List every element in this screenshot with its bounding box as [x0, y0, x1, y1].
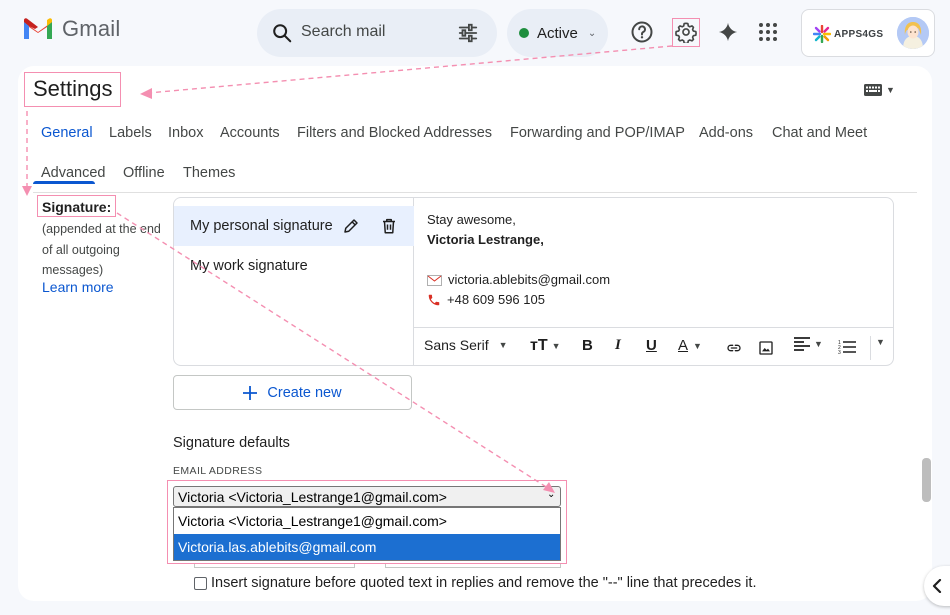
tab-labels[interactable]: Labels [109, 125, 152, 141]
sparkle-icon[interactable] [715, 19, 741, 45]
learn-more-link[interactable]: Learn more [42, 279, 114, 295]
tab-chat-meet[interactable]: Chat and Meet [772, 125, 867, 141]
text-color-button[interactable]: A ▼ [678, 337, 702, 354]
tab-advanced[interactable]: Advanced [41, 165, 106, 181]
active-tab-indicator [33, 181, 95, 184]
apps-grid-icon[interactable] [755, 19, 781, 45]
signature-item-personal[interactable]: My personal signature [174, 206, 414, 246]
numbered-list-icon[interactable]: 123 [838, 340, 856, 355]
signature-email: victoria.ablebits@gmail.com [448, 272, 611, 287]
tab-addons[interactable]: Add-ons [699, 125, 753, 141]
chevron-down-icon[interactable]: ⌄ [547, 489, 555, 500]
signature-phone: +48 609 596 105 [447, 292, 545, 307]
signature-note: (appended at the end of all outgoing mes… [42, 222, 161, 277]
tab-forwarding[interactable]: Forwarding and POP/IMAP [510, 125, 685, 141]
tab-accounts[interactable]: Accounts [220, 125, 280, 141]
chevron-down-icon: ⌄ [587, 27, 597, 39]
gmail-m-icon [24, 18, 52, 39]
caret-down-icon: ▼ [498, 340, 508, 350]
help-icon[interactable] [629, 19, 655, 45]
search-bar[interactable]: Search mail [257, 9, 497, 57]
signature-item-label: My personal signature [190, 218, 333, 234]
chevron-left-icon [932, 579, 942, 593]
search-input[interactable]: Search mail [301, 23, 385, 41]
pencil-icon[interactable] [342, 217, 360, 235]
gmail-wordmark: Gmail [62, 16, 121, 41]
signature-defaults-title: Signature defaults [173, 435, 290, 451]
page-title: Settings [33, 76, 113, 101]
gmail-logo[interactable]: Gmail [22, 16, 120, 42]
scrollbar-thumb[interactable] [922, 458, 931, 502]
italic-icon[interactable]: I [615, 337, 621, 354]
create-new-button[interactable]: Create new [173, 375, 412, 410]
signature-line-greeting: Stay awesome, [427, 212, 516, 227]
apps4gs-logo-icon [813, 25, 831, 43]
align-button[interactable]: ▼ [794, 337, 823, 351]
avatar[interactable] [897, 17, 929, 49]
caret-down-icon: ▼ [814, 339, 823, 349]
signature-item-work[interactable]: My work signature [190, 258, 308, 274]
envelope-icon [427, 274, 442, 286]
email-option-highlighted[interactable]: Victoria.las.ablebits@gmail.com [174, 534, 560, 560]
account-label: APPS4GS [834, 29, 884, 40]
side-panel-toggle[interactable] [924, 566, 950, 606]
insert-before-quoted-row: Insert signature before quoted text in r… [194, 575, 757, 591]
signature-label: Signature: [42, 199, 112, 215]
status-label: Active [537, 24, 578, 42]
text-color-icon: A [678, 337, 689, 354]
phone-icon [428, 294, 440, 306]
input-tools-toggle[interactable]: ▼ [864, 84, 895, 96]
more-formatting-icon[interactable]: ▼ [876, 337, 885, 347]
signature-text-editor[interactable]: Stay awesome, Victoria Lestrange, victor… [427, 210, 610, 310]
tab-general[interactable]: General [41, 125, 93, 141]
email-address-label: EMAIL ADDRESS [173, 465, 263, 477]
email-address-select[interactable]: Victoria <Victoria_Lestrange1@gmail.com> [173, 486, 561, 507]
gear-icon[interactable] [673, 19, 699, 45]
keyboard-icon [864, 84, 882, 96]
caret-down-icon: ▼ [693, 340, 702, 351]
signature-list: My personal signature My work signature [174, 198, 414, 365]
top-bar: Gmail Search mail Active ⌄ APPS4GS [0, 0, 950, 66]
email-option[interactable]: Victoria <Victoria_Lestrange1@gmail.com> [174, 508, 560, 534]
align-left-icon [794, 337, 810, 351]
tab-themes[interactable]: Themes [183, 165, 235, 181]
toolbar-divider [870, 336, 871, 360]
tab-inbox[interactable]: Inbox [168, 125, 203, 141]
bold-icon[interactable]: B [582, 337, 593, 354]
caret-down-icon: ▼ [886, 85, 895, 95]
status-dot [519, 28, 529, 38]
signature-editor-panel: My personal signature My work signature … [173, 197, 894, 366]
insert-before-quoted-checkbox[interactable] [194, 576, 207, 590]
search-options-icon[interactable] [457, 22, 479, 44]
email-address-options: Victoria <Victoria_Lestrange1@gmail.com>… [173, 507, 561, 561]
search-icon[interactable] [271, 22, 293, 44]
font-family-select[interactable]: Sans Serif ▼ [424, 337, 508, 353]
insert-before-quoted-label: Insert signature before quoted text in r… [211, 575, 757, 591]
plus-icon [243, 385, 258, 400]
underline-icon[interactable]: U [646, 337, 657, 354]
formatting-toolbar: Sans Serif ▼ тT ▼ B I U A ▼ ▼ 123 ▼ [414, 327, 893, 365]
caret-down-icon: ▼ [551, 341, 561, 351]
svg-text:3: 3 [838, 350, 841, 355]
text-size-icon: тT [530, 337, 548, 354]
settings-panel: Settings ▼ General Labels Inbox Accounts… [18, 66, 932, 601]
signature-line-name: Victoria Lestrange, [427, 232, 544, 247]
trash-icon[interactable] [380, 217, 398, 235]
status-selector[interactable]: Active ⌄ [507, 9, 608, 57]
link-icon[interactable] [725, 340, 743, 356]
account-switcher[interactable]: APPS4GS [801, 9, 935, 57]
font-family-label: Sans Serif [424, 337, 489, 353]
font-size-button[interactable]: тT ▼ [530, 337, 561, 355]
tab-offline[interactable]: Offline [123, 165, 165, 181]
tab-filters[interactable]: Filters and Blocked Addresses [297, 125, 492, 141]
tabs-divider [33, 192, 917, 193]
create-new-label: Create new [267, 384, 342, 401]
image-icon[interactable] [758, 340, 774, 356]
